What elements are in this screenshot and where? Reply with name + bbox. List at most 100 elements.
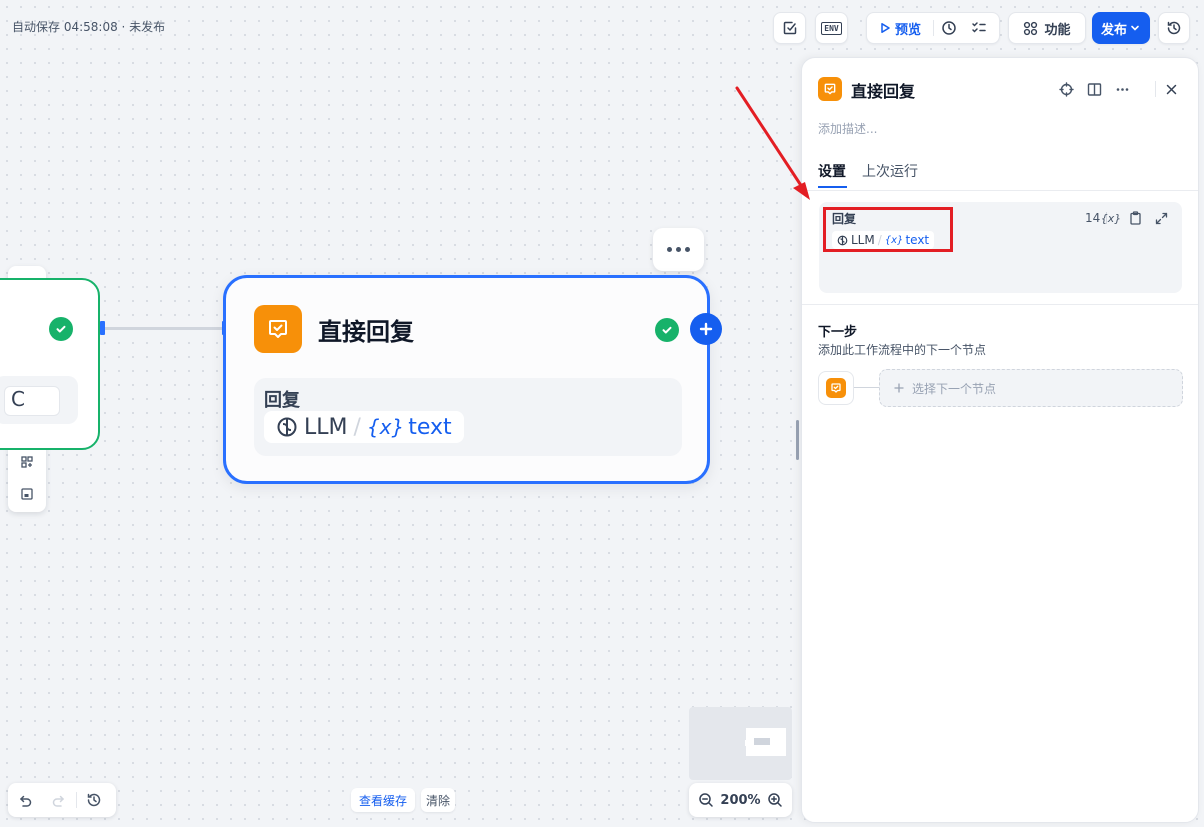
previous-node[interactable]: C [0,278,100,450]
source-handle[interactable] [100,321,105,335]
success-check-icon [49,317,73,341]
locate-node-button[interactable] [1057,80,1075,98]
answer-node-icon [818,77,842,101]
more-horizontal-icon [1115,82,1130,97]
preview-label: 预览 [895,22,922,38]
llm-brain-icon [276,416,298,438]
chevron-down-icon [1129,22,1141,34]
env-button[interactable]: ENV [815,12,848,44]
description-input[interactable]: 添加描述... [818,120,877,137]
preview-group: 预览 [866,12,1000,44]
crosshair-icon [1058,81,1074,97]
clock-play-icon [941,20,957,36]
layout-grid-icon [20,455,34,469]
change-history-button[interactable] [77,783,111,817]
next-step-connector [854,387,880,388]
publish-button[interactable]: 发布 [1092,12,1150,44]
answer-node-body: 回复 LLM / {x} text [254,378,682,456]
panel-title[interactable]: 直接回复 [851,78,915,102]
panel-header-divider [1155,81,1156,97]
features-label: 功能 [1044,22,1071,38]
zoom-in-button[interactable] [767,792,783,808]
section-divider [802,304,1198,305]
play-icon [879,22,891,34]
close-icon [1165,83,1178,96]
more-dot [685,247,690,252]
minimap-toggle-tool[interactable] [12,480,42,508]
minimap-node [746,728,786,756]
annotation-highlight [823,207,953,252]
list-check-icon [971,20,987,36]
copy-button[interactable] [1126,209,1144,227]
minimap-node-body [754,738,770,745]
next-step-title: 下一步 [818,325,858,340]
variable-separator: / [353,414,361,440]
version-history-button[interactable] [1158,12,1190,44]
panel-resize-handle[interactable] [796,420,799,460]
publish-label: 发布 [1100,22,1127,38]
plus-icon [894,383,904,393]
tabs-divider [802,190,1198,191]
current-node-icon [818,371,854,405]
history-icon [1166,20,1182,36]
variable-name: text [408,414,452,440]
checklist-icon [782,20,798,36]
minimap-handle [745,740,749,746]
history-controls [8,783,116,817]
variable-reference-chip[interactable]: LLM / {x} text [264,411,464,443]
variable-source: LLM [304,414,348,440]
reply-label: 回复 [264,390,300,411]
insert-variable-button[interactable]: {x} [1100,209,1122,227]
select-next-node-button[interactable]: 选择下一个节点 [879,369,1183,407]
active-tab-indicator [818,186,847,188]
clear-cache-button[interactable]: 清除 [421,788,456,812]
panel-more-button[interactable] [1113,80,1131,98]
previous-node-body: C [0,376,78,424]
next-step-description: 添加此工作流程中的下一个节点 [818,343,987,357]
zoom-out-button[interactable] [698,792,714,808]
checklist-list-button[interactable] [964,13,994,43]
clipboard-icon [1129,211,1142,225]
organize-tool[interactable] [12,448,42,476]
select-next-node-label: 选择下一个节点 [912,381,997,396]
annotation-arrow [735,86,810,200]
previous-node-chip: C [4,386,60,416]
more-dot [667,247,672,252]
help-docs-button[interactable] [1085,80,1103,98]
node-more-button[interactable] [653,228,704,271]
answer-node[interactable]: 直接回复 回复 LLM / {x} text [223,275,710,484]
answer-node-title: 直接回复 [318,318,414,346]
apps-icon [1023,21,1038,36]
zoom-controls: 200% [689,783,792,817]
minimap[interactable] [689,707,792,780]
variable-icon: {x} [366,415,405,439]
answer-node-icon [826,378,846,398]
tab-settings[interactable]: 设置 [818,161,846,181]
more-dot [676,247,681,252]
add-next-node-button[interactable] [690,313,722,345]
minimap-icon [20,487,34,501]
run-history-button[interactable] [934,13,964,43]
features-button[interactable]: 功能 [1008,12,1086,44]
zoom-level[interactable]: 200% [720,793,760,808]
checklist-button[interactable] [773,12,806,44]
env-icon: ENV [821,21,842,35]
answer-node-icon [254,305,302,353]
expand-icon [1155,212,1168,225]
autosave-status: 自动保存 04:58:08 · 未发布 [12,20,166,34]
edge-connector[interactable] [102,327,224,330]
expand-editor-button[interactable] [1152,209,1170,227]
view-cache-button[interactable]: 查看缓存 [351,788,416,812]
undo-icon [17,792,33,808]
history-icon [86,792,102,808]
success-check-icon [655,318,679,342]
redo-button[interactable] [42,783,76,817]
undo-button[interactable] [8,783,42,817]
node-settings-panel: 直接回复 添加描述... 设置 上次运行 回复 LLM / {x} text 1… [801,57,1199,823]
redo-icon [51,792,67,808]
character-count: 14 [1085,211,1101,225]
close-panel-button[interactable] [1162,80,1180,98]
preview-button[interactable]: 预览 [867,13,933,43]
tab-last-run[interactable]: 上次运行 [862,161,918,181]
book-icon [1087,82,1102,97]
